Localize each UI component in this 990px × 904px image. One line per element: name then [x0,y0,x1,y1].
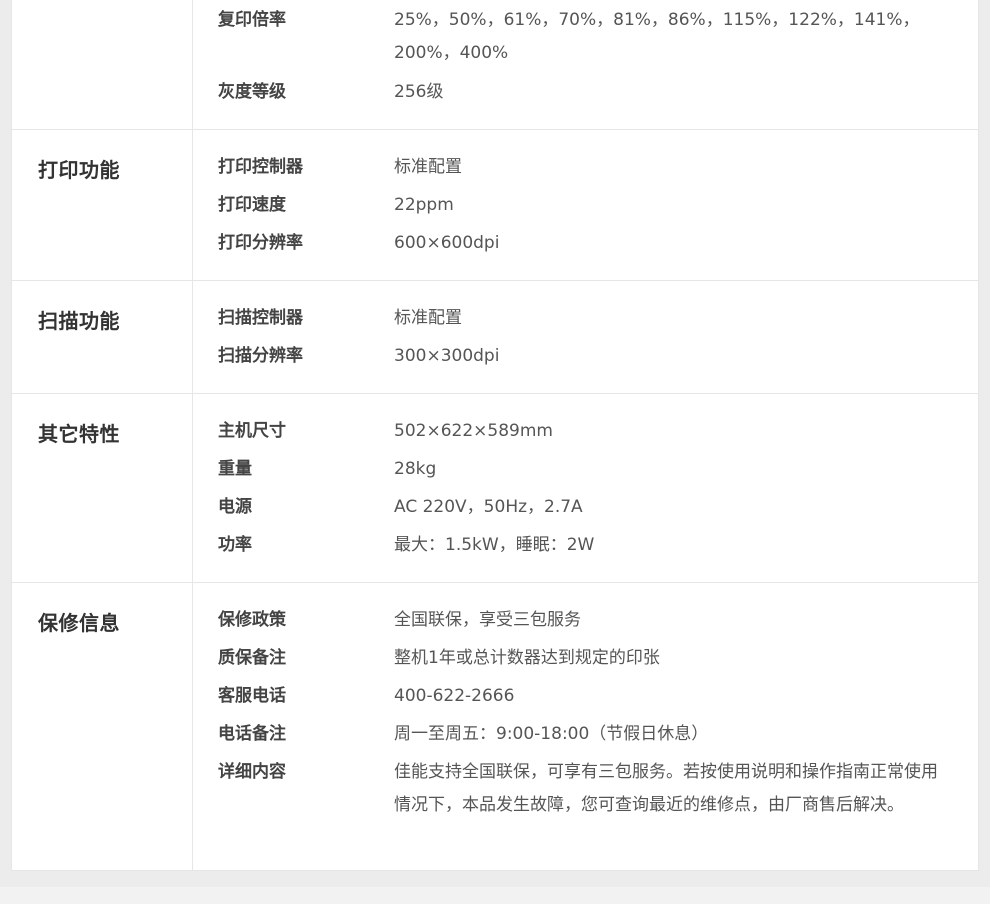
spec-value: 标准配置 [394,308,462,328]
spec-key: 扫描控制器 [218,308,303,328]
spec-key: 主机尺寸 [218,421,286,441]
spec-value: 502×622×589mm [394,421,553,441]
spec-value: 25%，50%，61%，70%，81%，86%，115%，122%，141%，2… [394,10,920,63]
spec-value: 400-622-2666 [394,686,515,706]
spec-key: 质保备注 [218,648,286,668]
spec-value: 28kg [394,459,437,479]
section-title: 保修信息 [38,611,120,635]
spec-key: 电源 [218,497,252,517]
section-title: 扫描功能 [38,309,120,333]
spec-section-copy: 复印倍率 25%，50%，61%，70%，81%，86%，115%，122%，1… [12,0,978,130]
spec-value: 佳能支持全国联保，可享有三包服务。若按使用说明和操作指南正常使用情况下，本品发生… [394,762,938,815]
spec-section-scan: 扫描功能 扫描控制器 标准配置 扫描分辨率 300×300dpi [12,281,978,394]
spec-section-warranty: 保修信息 保修政策 全国联保，享受三包服务 质保备注 整机1年或总计数器达到规定… [12,583,978,870]
spec-value: 全国联保，享受三包服务 [394,610,581,630]
section-title: 其它特性 [38,422,120,446]
spec-key: 电话备注 [218,724,286,744]
spec-value: 最大：1.5kW，睡眠：2W [394,535,595,555]
spec-key: 详细内容 [218,762,286,782]
spec-key: 复印倍率 [218,10,286,30]
spec-key: 功率 [218,535,252,555]
spec-key: 打印分辨率 [218,233,303,253]
spec-value: 22ppm [394,195,454,215]
spec-value: AC 220V，50Hz，2.7A [394,497,583,517]
spec-key: 客服电话 [218,686,286,706]
spec-table: 复印倍率 25%，50%，61%，70%，81%，86%，115%，122%，1… [11,0,979,871]
spec-key: 打印控制器 [218,157,303,177]
spec-value: 周一至周五：9:00-18:00（节假日休息） [394,724,709,744]
spec-value: 256级 [394,82,444,102]
spec-key: 保修政策 [218,610,286,630]
spec-section-other: 其它特性 主机尺寸 502×622×589mm 重量 28kg 电源 AC 22… [12,394,978,583]
spec-value: 整机1年或总计数器达到规定的印张 [394,648,660,668]
spec-key: 重量 [218,459,252,479]
page-background: 复印倍率 25%，50%，61%，70%，81%，86%，115%，122%，1… [0,0,990,887]
spec-value: 600×600dpi [394,233,500,253]
spec-key: 打印速度 [218,195,286,215]
spec-key: 灰度等级 [218,82,286,102]
spec-value: 标准配置 [394,157,462,177]
section-title: 打印功能 [38,158,120,182]
spec-section-print: 打印功能 打印控制器 标准配置 打印速度 22ppm 打印分辨率 600×600… [12,130,978,281]
spec-value: 300×300dpi [394,346,500,366]
spec-key: 扫描分辨率 [218,346,303,366]
